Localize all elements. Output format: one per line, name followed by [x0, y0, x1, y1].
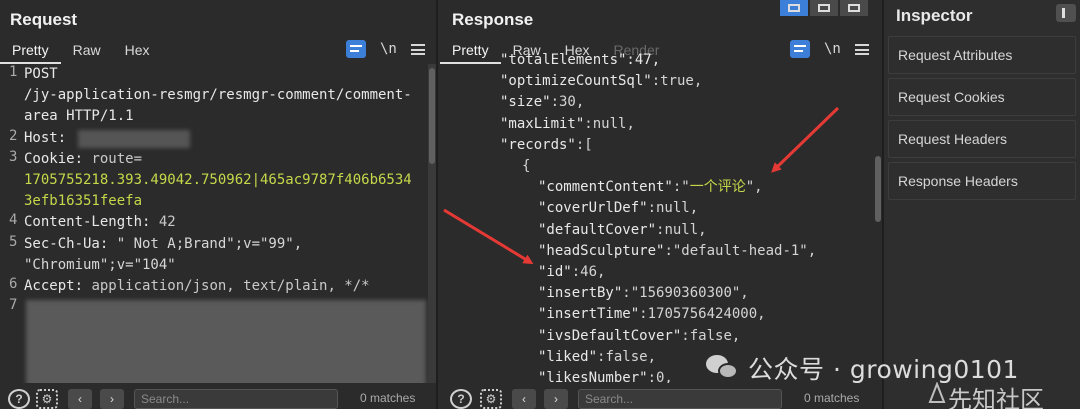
line-number: 7 [9, 297, 18, 314]
inspector-request-attributes[interactable]: Request Attributes [888, 36, 1076, 74]
line-code: Cookie: route= [24, 149, 142, 170]
request-line: 6 Accept: application/json, text/plain, *… [0, 276, 428, 297]
line-number: 4 [9, 212, 18, 229]
code-token: Accept: [24, 278, 92, 294]
inspector-request-headers[interactable]: Request Headers [888, 120, 1076, 158]
line-code: Host: [24, 128, 75, 149]
request-line: 2 Host: [0, 128, 428, 149]
settings-gear-icon[interactable]: ⚙ [36, 389, 58, 409]
line-number: 1 [9, 64, 18, 80]
layout-toggle [780, 0, 868, 16]
line-code: Content-Length: 42 [24, 212, 176, 233]
request-line: 3 Cookie: route= [0, 149, 428, 170]
line-number: 3 [9, 148, 18, 165]
request-line: 1 POST [0, 64, 428, 85]
search-next-button[interactable]: › [100, 389, 124, 409]
code-token: Sec-Ch-Ua: [24, 235, 117, 252]
line-code: "Chromium";v="104" [24, 255, 176, 276]
code-token: "Chromium";v="104" [24, 256, 176, 273]
redacted-host [78, 130, 190, 148]
inspector-request-cookies[interactable]: Request Cookies [888, 78, 1076, 116]
inspector-response-headers[interactable]: Response Headers [888, 162, 1076, 200]
arrow-to-id [443, 208, 534, 265]
split-horizontal-icon[interactable] [780, 0, 808, 16]
response-pane: Response Pretty Raw Hex Render \n "total… [440, 0, 884, 409]
request-pane: Request Pretty Raw Hex \n 1 POST/jy-appli… [0, 0, 438, 409]
code-token: 1705755218.393.49042.750962|465ac9787f40… [24, 172, 412, 188]
request-search-input[interactable]: Search... [134, 389, 338, 409]
request-line: 1705755218.393.49042.750962|465ac9787f40… [0, 170, 428, 191]
code-token: " Not A;Brand";v="99", [116, 235, 303, 252]
xianzhi-logo-icon [928, 382, 946, 403]
arrow-to-comment-content [771, 106, 840, 173]
line-number: 6 [9, 276, 18, 292]
request-scroll-thumb[interactable] [429, 68, 435, 164]
request-scrollbar[interactable] [428, 64, 436, 384]
request-line: area HTTP/1.1 [0, 106, 428, 127]
split-vertical-icon[interactable] [810, 0, 838, 16]
request-footer: ? ⚙ ‹ › Search... 0 matches [0, 383, 436, 409]
line-code: Accept: application/json, text/plain, */… [24, 276, 370, 297]
inspector-collapse-icon[interactable] [1056, 4, 1076, 22]
request-tabs: Pretty Raw Hex [0, 38, 162, 64]
request-line: 3efb16351feefa [0, 191, 428, 212]
request-line: "Chromium";v="104" [0, 255, 428, 276]
inspector-title: Inspector [896, 6, 973, 25]
request-tab-pretty[interactable]: Pretty [0, 38, 61, 64]
code-token: route= [91, 150, 143, 167]
line-code: area HTTP/1.1 [24, 106, 134, 127]
help-icon[interactable]: ? [8, 389, 30, 409]
line-code: /jy-application-resmgr/resmgr-comment/co… [24, 85, 412, 106]
wechat-icon [706, 353, 740, 383]
wrap-lines-icon[interactable] [346, 40, 366, 58]
line-number: 2 [9, 127, 18, 144]
line-code: Sec-Ch-Ua: " Not A;Brand";v="99", [24, 234, 302, 255]
line-code: POST [24, 64, 58, 85]
request-title: Request [10, 10, 78, 29]
code-token: Cookie: [24, 150, 92, 167]
inspector-pane: Inspector Request Attributes Request Coo… [884, 0, 1080, 409]
request-line: /jy-application-resmgr/resmgr-comment/co… [0, 85, 428, 106]
code-token: /jy-application-resmgr/resmgr-comment/co… [24, 87, 412, 104]
code-token: area HTTP/1.1 [24, 108, 134, 125]
line-code: 1705755218.393.49042.750962|465ac9787f40… [24, 170, 412, 191]
request-tab-raw[interactable]: Raw [61, 38, 113, 64]
line-code: 3efb16351feefa [24, 191, 142, 212]
search-prev-button[interactable]: ‹ [68, 389, 92, 409]
request-line: 5 Sec-Ch-Ua: " Not A;Brand";v="99", [0, 234, 428, 255]
newline-toggle-button[interactable]: \n [380, 41, 397, 57]
line-number: 5 [9, 233, 18, 250]
code-token: Host: [24, 129, 75, 146]
request-tab-hex[interactable]: Hex [113, 38, 162, 64]
code-token: Content-Length: [24, 214, 159, 231]
request-match-count: 0 matches [360, 391, 416, 405]
annotation-arrows [443, 106, 840, 265]
redacted-headers [26, 300, 426, 388]
menu-icon[interactable] [410, 43, 425, 55]
code-token: application/json, text/plain, */* [91, 278, 370, 294]
request-toolbar: \n [346, 38, 425, 60]
single-pane-icon[interactable] [840, 0, 868, 16]
code-token: 42 [158, 214, 176, 231]
request-line: 4 Content-Length: 42 [0, 212, 428, 233]
site-watermark: 先知社区 [948, 386, 1044, 409]
code-token: 3efb16351feefa [24, 193, 143, 210]
code-token: POST [24, 66, 58, 82]
